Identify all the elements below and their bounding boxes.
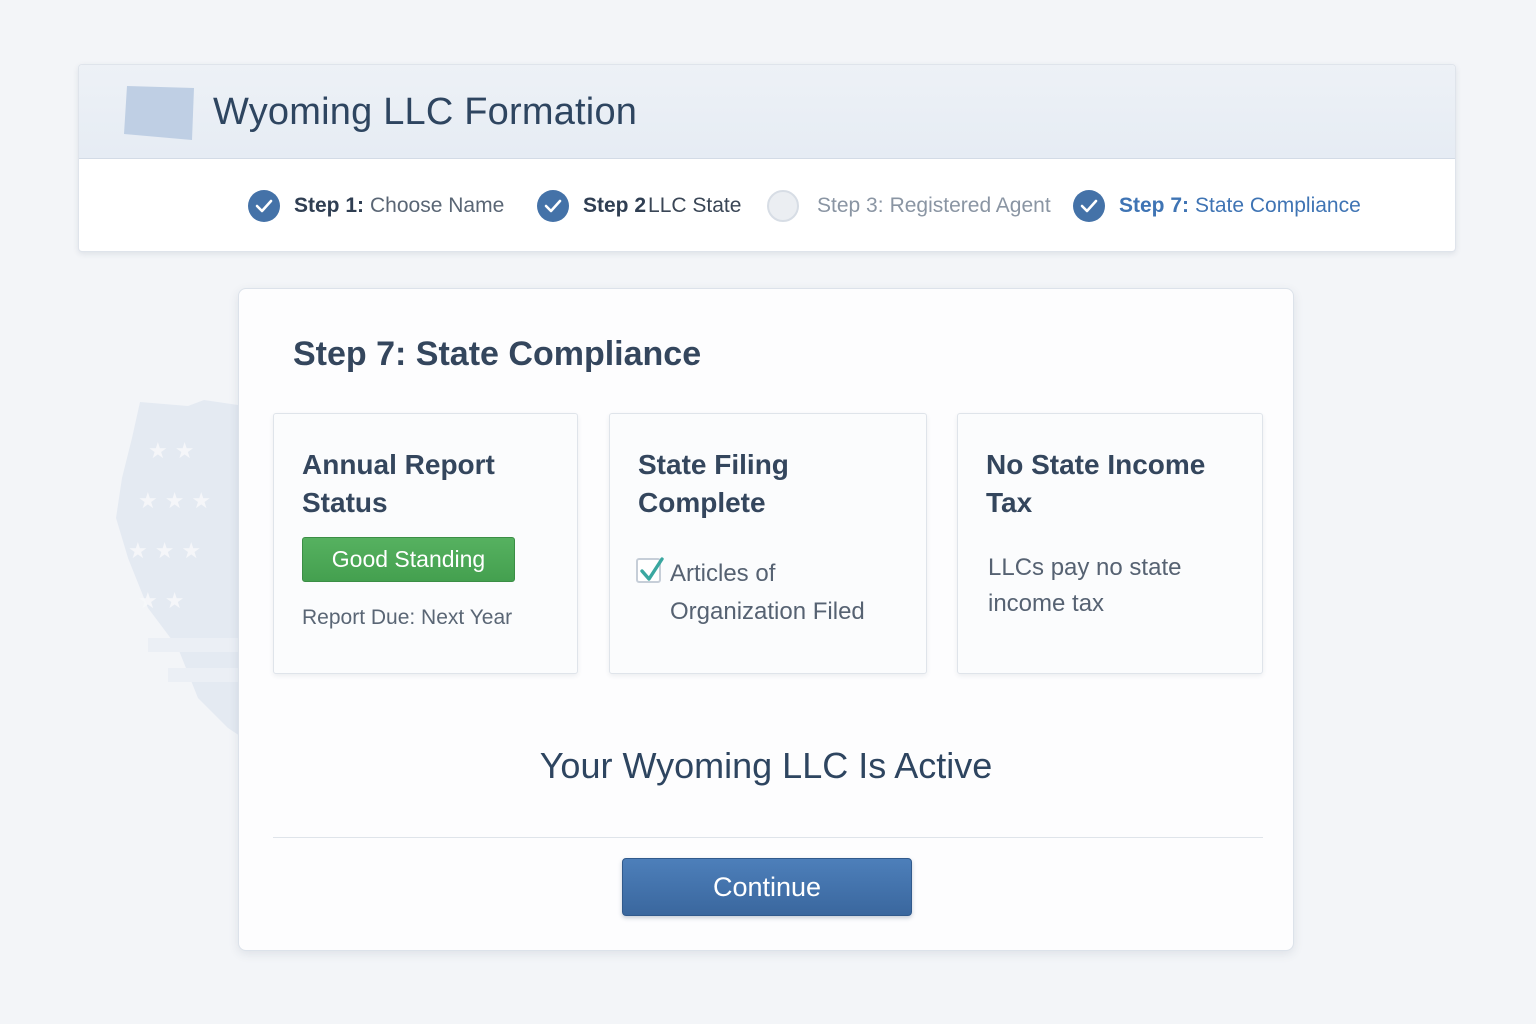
us-map-watermark-icon: ★ ★ ★ ★ ★ ★ ★ ★ ★ ★ [116,400,258,748]
step-complete-check-icon [537,190,569,222]
step-llc-state[interactable]: Step 2 LLC State [537,190,741,222]
tax-description: LLCs pay no state income tax [988,554,1182,617]
wyoming-state-shape-icon [124,86,194,140]
state-filing-card: State Filing Complete Articles of Organi… [609,413,927,674]
app-header: Wyoming LLC Formation Step 1: Choose Nam… [78,64,1456,252]
step-choose-name[interactable]: Step 1: Choose Name [248,190,504,222]
card-title: No State Income Tax [986,449,1206,518]
annual-report-card: Annual Report Status Good Standing Repor… [273,413,578,674]
progress-stepper: Step 1: Choose Name Step 2 LLC State Ste… [79,159,1455,251]
step-state-compliance[interactable]: Step 7: State Compliance [1073,190,1361,222]
income-tax-card: No State Income Tax LLCs pay no state in… [957,413,1263,674]
step-number: Step 1: [294,194,365,217]
step-label: State Compliance [1195,194,1361,217]
llc-active-message: Your Wyoming LLC Is Active [539,745,993,786]
step-complete-check-icon [248,190,280,222]
svg-text:★ ★ ★: ★ ★ ★ [128,539,201,564]
report-due-text: Report Due: Next Year [302,606,513,629]
filed-item-label: Articles of Organization Filed [670,560,865,625]
step-number: Step 7: [1119,194,1190,217]
step-label: Choose Name [370,194,505,217]
compliance-panel: Step 7: State Compliance Annual Report S… [238,288,1294,951]
app-title: Wyoming LLC Formation [213,91,638,133]
card-title: Annual Report Status [302,449,495,518]
status-badge: Good Standing [302,537,515,582]
filed-item: Articles of Organization Filed [636,555,910,631]
step-complete-check-icon [1073,190,1105,222]
step-pending-circle-icon [767,190,799,222]
card-title: State Filing Complete [638,449,789,518]
svg-text:★ ★ ★: ★ ★ ★ [138,489,211,514]
header-bar: Wyoming LLC Formation [79,65,1455,159]
check-icon [640,557,664,581]
step-label: LLC State [648,194,742,217]
step-label: Registered Agent [889,194,1051,217]
continue-button[interactable]: Continue [622,858,912,916]
page: ★ ★ ★ ★ ★ ★ ★ ★ ★ ★ Wyoming LLC Formatio… [0,0,1536,1024]
step-number: Step 2 [583,194,647,217]
step-number: Step 3: [817,194,884,217]
section-title: Step 7: State Compliance [293,335,702,373]
step-registered-agent[interactable]: Step 3: Registered Agent [767,190,1051,222]
articles-filed-checkbox[interactable] [636,557,664,583]
divider [273,837,1263,838]
svg-text:★ ★: ★ ★ [148,439,194,464]
svg-text:★ ★: ★ ★ [138,589,184,614]
